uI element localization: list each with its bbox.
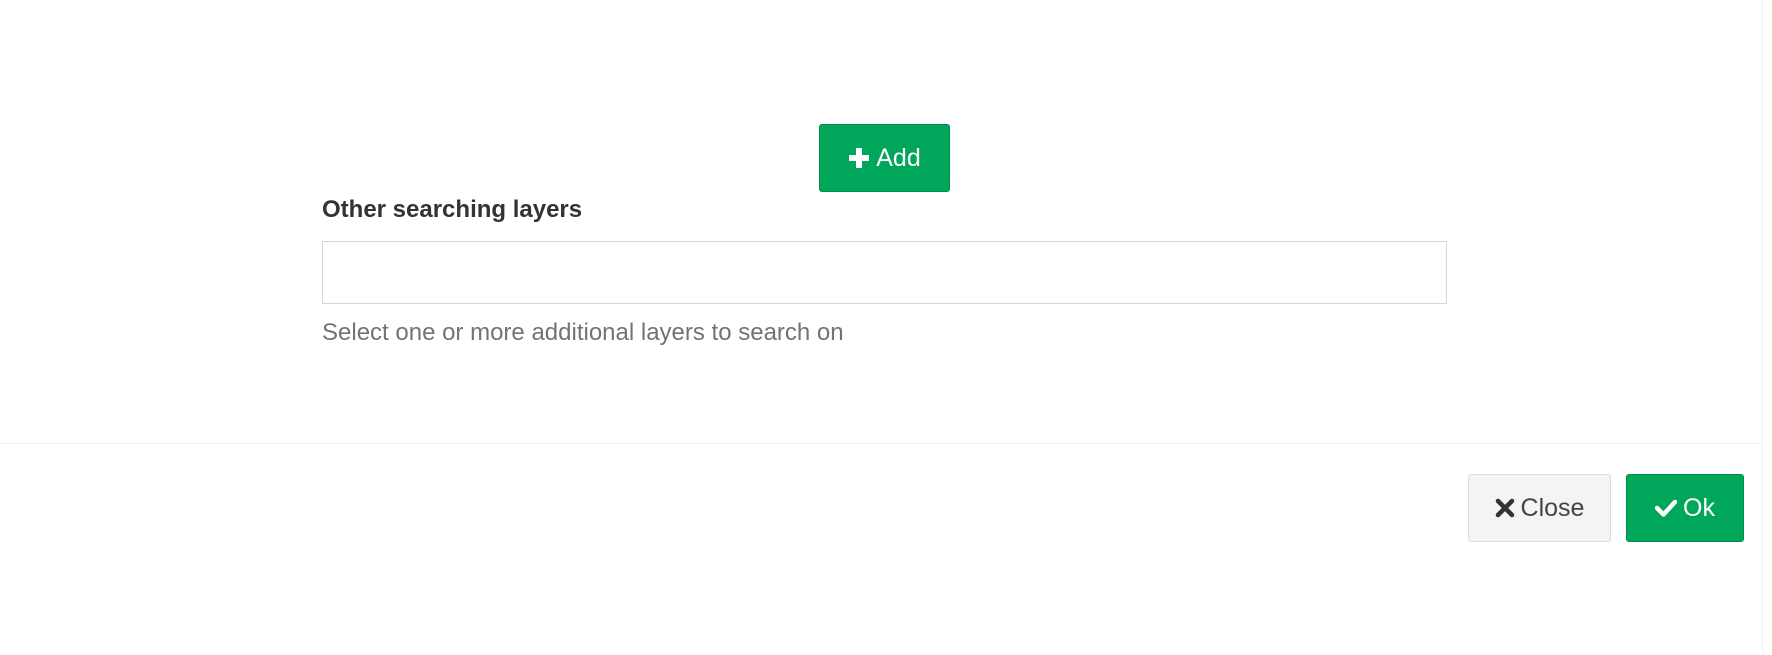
modal-body: Add Other searching layers Select one or… <box>0 0 1762 443</box>
close-button[interactable]: Close <box>1468 474 1611 542</box>
check-icon <box>1655 499 1678 517</box>
footer-divider <box>0 443 1762 444</box>
dialog-right-edge <box>1762 0 1763 655</box>
add-button[interactable]: Add <box>819 124 950 192</box>
ok-button-label: Ok <box>1683 493 1715 522</box>
add-button-label: Add <box>876 143 921 172</box>
ok-button[interactable]: Ok <box>1626 474 1744 542</box>
close-button-label: Close <box>1520 493 1585 522</box>
layer-search-dialog: Add Other searching layers Select one or… <box>0 0 1772 655</box>
other-searching-layers-select[interactable] <box>322 241 1447 304</box>
other-searching-layers-help: Select one or more additional layers to … <box>322 319 844 346</box>
other-searching-layers-label: Other searching layers <box>322 196 583 223</box>
times-icon <box>1495 498 1514 518</box>
plus-icon <box>849 148 870 168</box>
